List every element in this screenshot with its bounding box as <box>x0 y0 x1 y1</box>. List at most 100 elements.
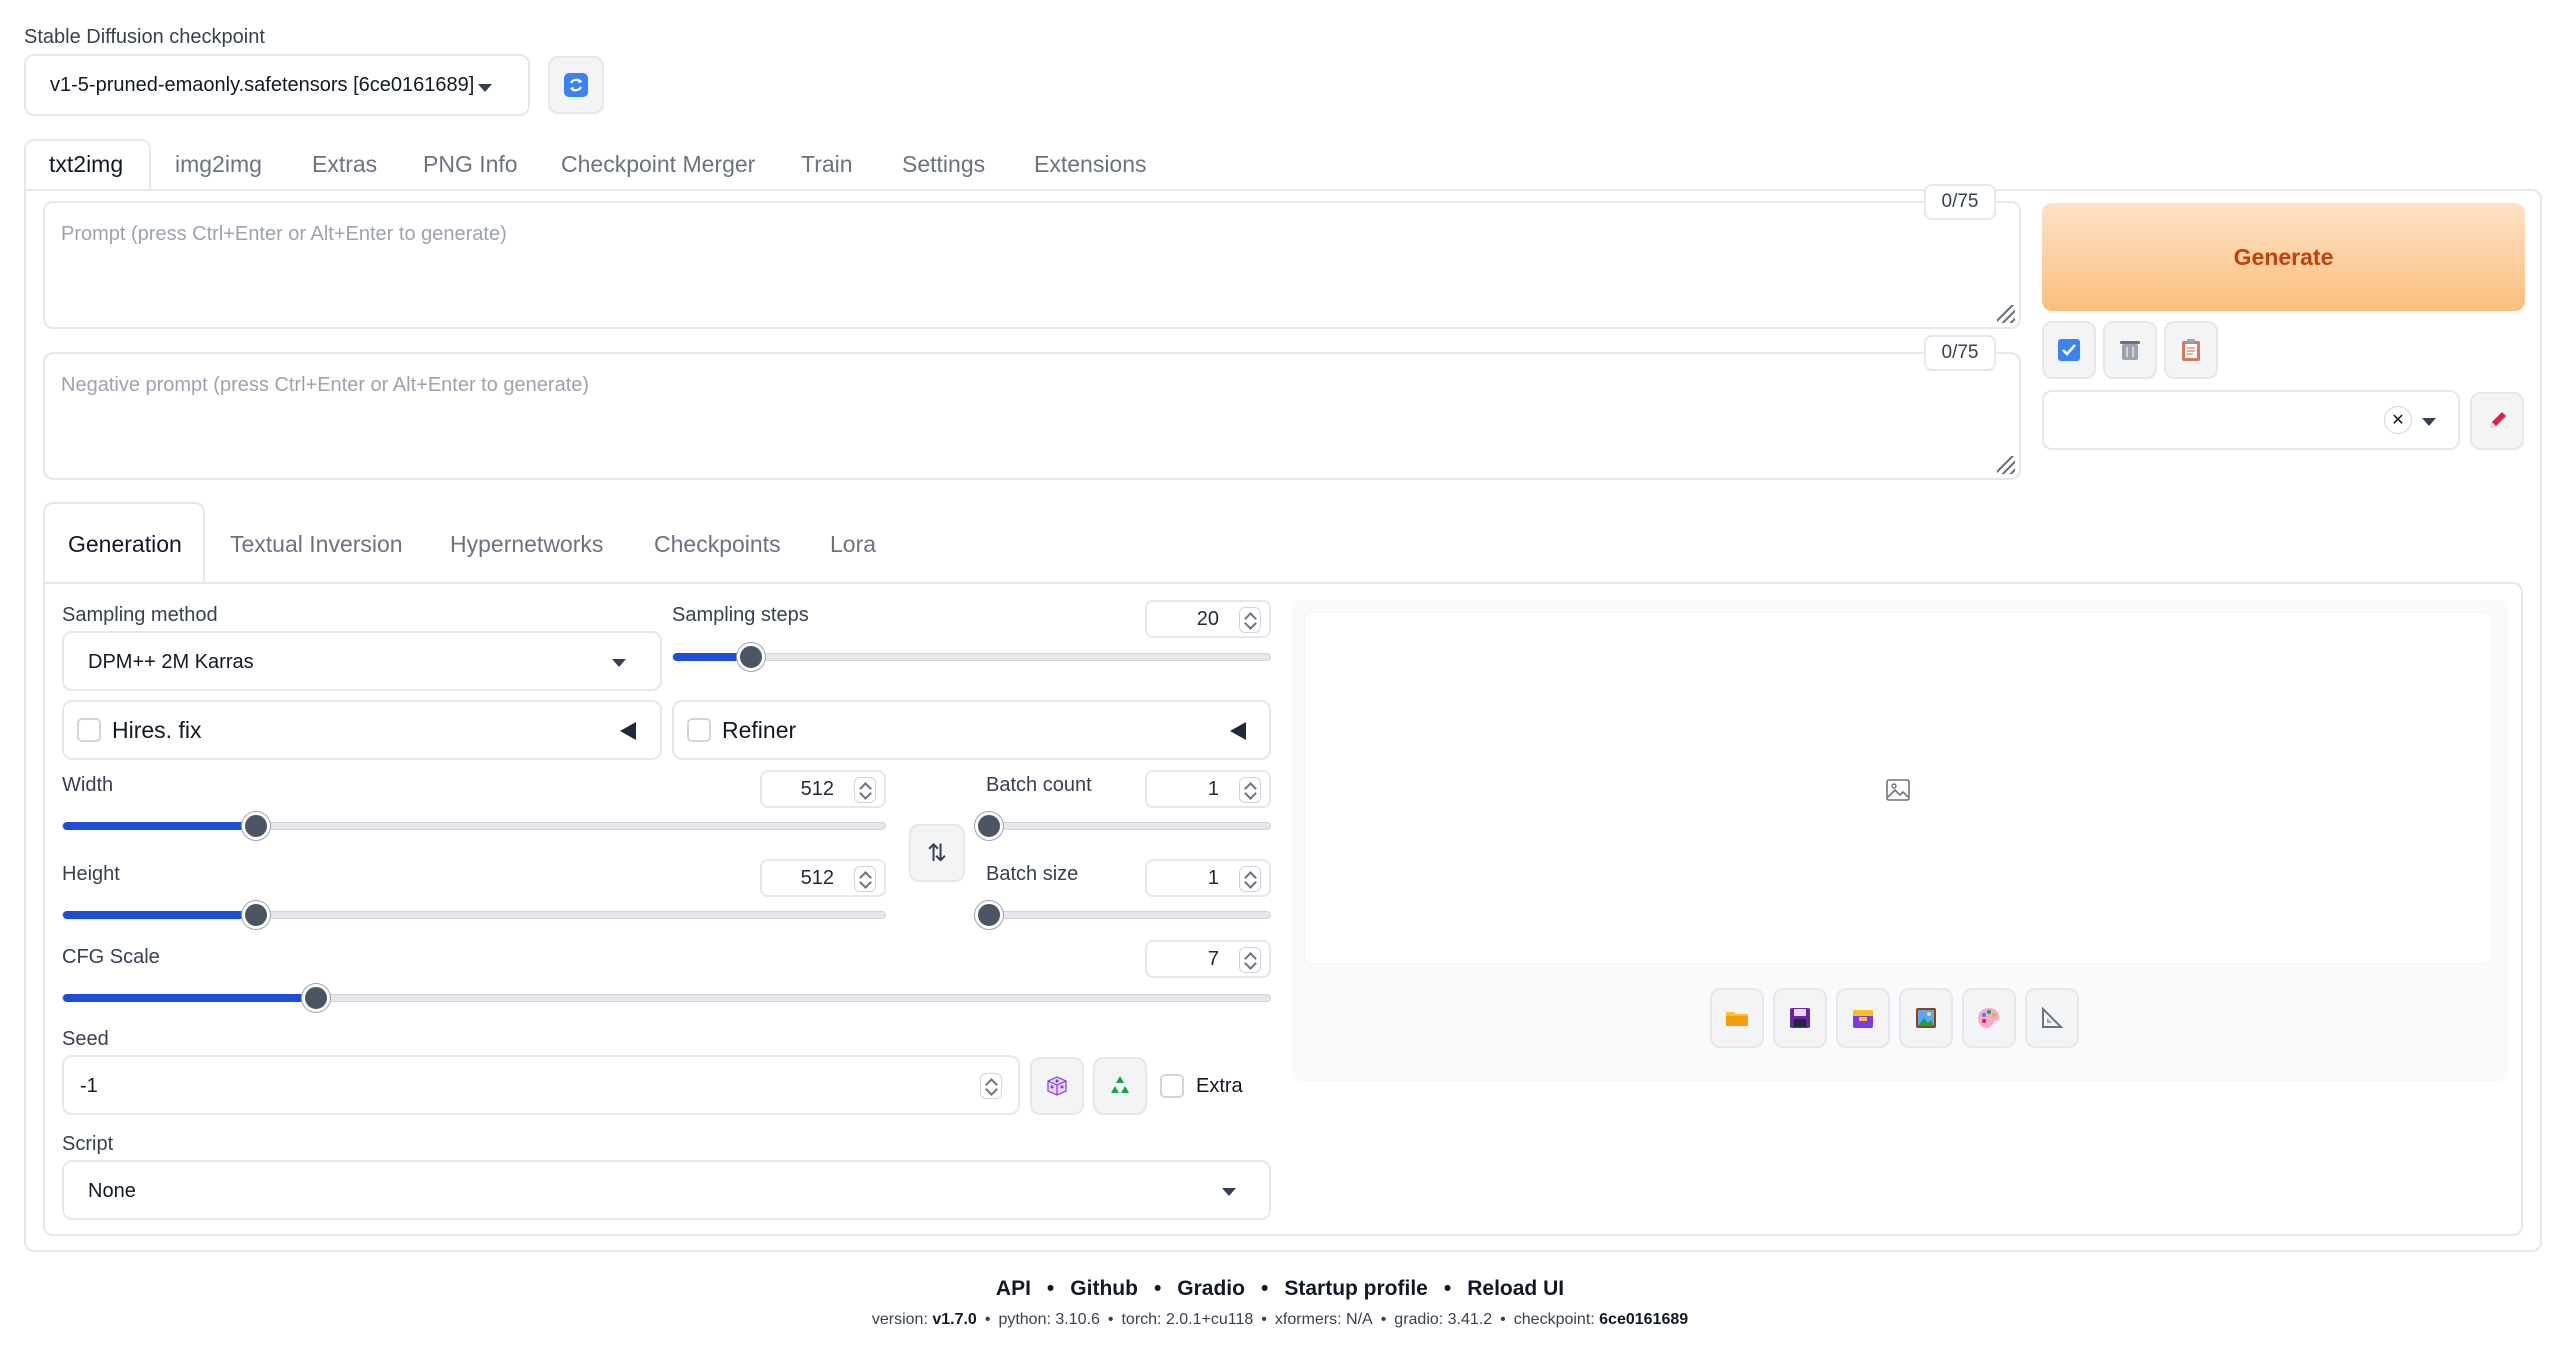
open-folder-button[interactable] <box>1710 988 1764 1048</box>
send-to-img2img-button[interactable] <box>1899 988 1953 1048</box>
tab-checkpoint-merger[interactable]: Checkpoint Merger <box>561 151 755 178</box>
height-slider[interactable] <box>62 901 886 929</box>
stepper-icon[interactable] <box>1239 866 1261 892</box>
tab-extras[interactable]: Extras <box>312 151 377 178</box>
collapse-arrow-icon[interactable] <box>620 722 636 740</box>
slider-thumb[interactable] <box>242 901 270 929</box>
send-to-extras-button[interactable] <box>2025 988 2079 1048</box>
batch-size-value: 1 <box>1207 866 1219 889</box>
send-to-img2img-icon <box>1916 1008 1936 1028</box>
script-value: None <box>88 1180 136 1202</box>
width-slider[interactable] <box>62 812 886 840</box>
sampling-method-dropdown[interactable]: DPM++ 2M Karras <box>62 631 662 691</box>
generate-button[interactable]: Generate <box>2042 203 2525 311</box>
seed-value: -1 <box>80 1075 98 1097</box>
tab-settings[interactable]: Settings <box>902 151 985 178</box>
stepper-icon[interactable] <box>1239 607 1261 633</box>
seed-input[interactable]: -1 <box>62 1055 1020 1115</box>
batch-size-input[interactable]: 1 <box>1145 859 1271 897</box>
width-input[interactable]: 512 <box>760 770 886 808</box>
refiner-label: Refiner <box>722 717 797 743</box>
save-button[interactable] <box>1773 988 1827 1048</box>
dice-icon <box>1047 1076 1067 1096</box>
seed-extra-label: Extra <box>1196 1075 1243 1097</box>
batch-size-slider[interactable] <box>975 901 1271 929</box>
tab-txt2img[interactable]: txt2img <box>49 151 123 178</box>
negative-prompt-textarea[interactable]: Negative prompt (press Ctrl+Enter or Alt… <box>43 352 2021 480</box>
prompt-textarea[interactable]: Prompt (press Ctrl+Enter or Alt+Enter to… <box>43 201 2021 329</box>
resize-handle-icon[interactable] <box>1997 456 2015 474</box>
send-to-inpaint-button[interactable] <box>1962 988 2016 1048</box>
refresh-checkpoint-button[interactable] <box>548 56 604 114</box>
subtab-checkpoints[interactable]: Checkpoints <box>654 531 781 558</box>
info-key: python: <box>998 1311 1051 1328</box>
random-seed-button[interactable] <box>1030 1057 1084 1115</box>
stepper-icon[interactable] <box>980 1073 1002 1099</box>
stepper-icon[interactable] <box>1239 777 1261 803</box>
zip-button[interactable] <box>1836 988 1890 1048</box>
slider-thumb[interactable] <box>302 984 330 1012</box>
refiner-checkbox[interactable] <box>687 718 711 742</box>
refiner-accordion[interactable]: Refiner <box>672 700 1271 760</box>
paste-prompt-button[interactable] <box>2164 321 2218 379</box>
hires-fix-accordion[interactable]: Hires. fix <box>62 700 662 760</box>
subtab-hypernetworks[interactable]: Hypernetworks <box>450 531 603 558</box>
apply-styles-button[interactable] <box>2042 321 2096 379</box>
stepper-icon[interactable] <box>1239 947 1261 973</box>
footer-separator: • <box>1260 1277 1269 1300</box>
footer-link-gradio[interactable]: Gradio <box>1177 1277 1245 1300</box>
collapse-arrow-icon[interactable] <box>1230 722 1246 740</box>
cfg-scale-slider[interactable] <box>62 984 1271 1012</box>
chevron-down-icon <box>612 659 626 667</box>
tab-png-info[interactable]: PNG Info <box>423 151 518 178</box>
apply-styles-icon <box>2058 339 2080 361</box>
footer-link-startup-profile[interactable]: Startup profile <box>1284 1277 1428 1300</box>
batch-count-value: 1 <box>1207 777 1219 800</box>
info-key: torch: <box>1121 1311 1162 1328</box>
batch-count-input[interactable]: 1 <box>1145 770 1271 808</box>
save-icon <box>1790 1008 1810 1028</box>
cfg-scale-label: CFG Scale <box>62 946 160 968</box>
slider-thumb[interactable] <box>242 812 270 840</box>
tab-train[interactable]: Train <box>801 151 853 178</box>
clear-styles-icon[interactable]: ✕ <box>2384 406 2412 434</box>
height-input[interactable]: 512 <box>760 859 886 897</box>
subtab-generation[interactable]: Generation <box>68 531 182 558</box>
slider-thumb[interactable] <box>975 901 1003 929</box>
stepper-icon[interactable] <box>854 866 876 892</box>
hires-fix-checkbox[interactable] <box>77 718 101 742</box>
script-dropdown[interactable]: None <box>62 1160 1271 1220</box>
resize-handle-icon[interactable] <box>1997 305 2015 323</box>
slider-fill <box>63 822 256 830</box>
subtab-textual-inversion[interactable]: Textual Inversion <box>230 531 403 558</box>
clear-prompt-button[interactable] <box>2103 321 2157 379</box>
subtab-lora[interactable]: Lora <box>830 531 876 558</box>
checkpoint-label: Stable Diffusion checkpoint <box>24 26 265 48</box>
slider-thumb[interactable] <box>737 643 765 671</box>
edit-styles-button[interactable] <box>2470 392 2524 450</box>
batch-count-slider[interactable] <box>975 812 1271 840</box>
styles-dropdown[interactable]: ✕ <box>2042 390 2460 450</box>
info-key: gradio: <box>1394 1311 1444 1328</box>
footer-separator: • <box>1261 1311 1267 1328</box>
sampling-steps-slider[interactable] <box>672 643 1271 671</box>
swap-dimensions-button[interactable]: ⇅ <box>909 824 965 882</box>
footer-link-github[interactable]: Github <box>1070 1277 1138 1300</box>
sampling-steps-input[interactable]: 20 <box>1145 600 1271 638</box>
info-value: 3.41.2 <box>1447 1311 1493 1328</box>
footer-separator: • <box>1046 1277 1055 1300</box>
footer-link-reload-ui[interactable]: Reload UI <box>1467 1277 1564 1300</box>
footer-link-api[interactable]: API <box>996 1277 1031 1300</box>
seed-extra-checkbox[interactable] <box>1160 1074 1184 1098</box>
checkpoint-dropdown[interactable]: v1-5-pruned-emaonly.safetensors [6ce0161… <box>24 54 530 116</box>
footer-separator: • <box>1153 1277 1162 1300</box>
output-gallery <box>1304 612 2492 964</box>
slider-thumb[interactable] <box>975 812 1003 840</box>
batch-count-label: Batch count <box>986 774 1092 796</box>
reuse-seed-button[interactable] <box>1093 1057 1147 1115</box>
cfg-scale-input[interactable]: 7 <box>1145 940 1271 978</box>
sampling-steps-label: Sampling steps <box>672 604 809 626</box>
tab-img2img[interactable]: img2img <box>175 151 262 178</box>
stepper-icon[interactable] <box>854 777 876 803</box>
tab-extensions[interactable]: Extensions <box>1034 151 1147 178</box>
